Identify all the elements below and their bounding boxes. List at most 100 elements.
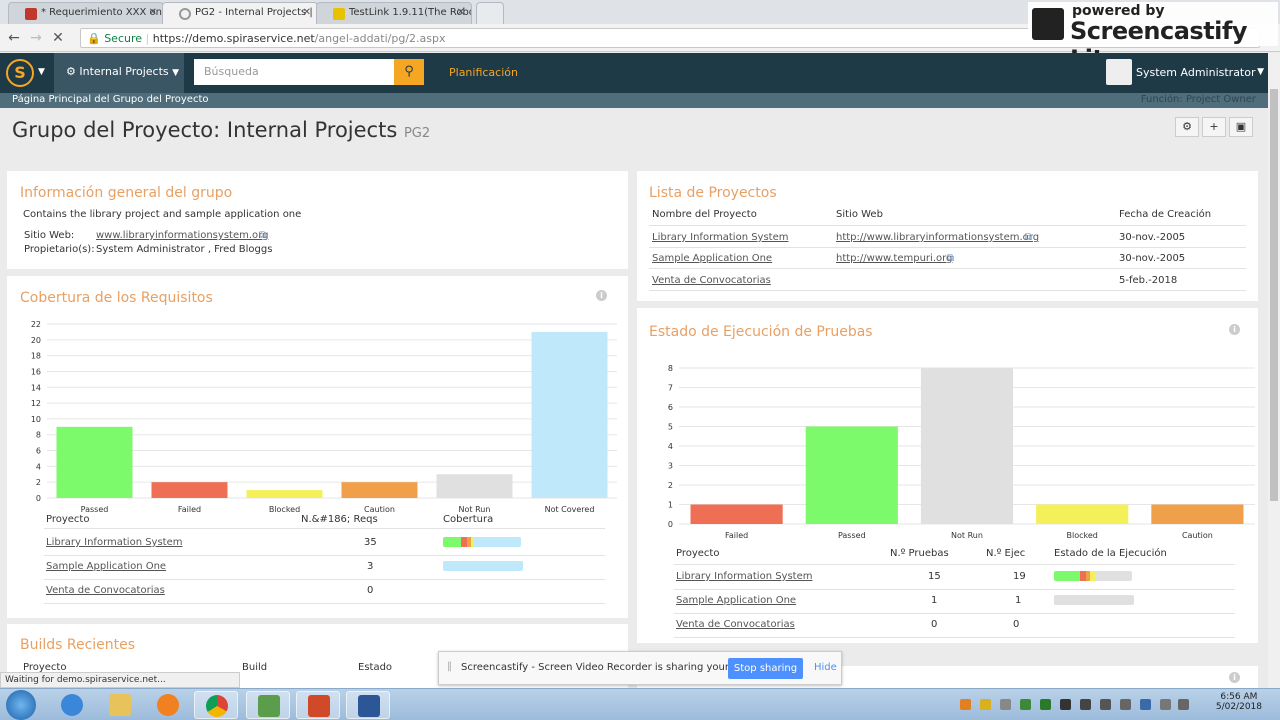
avatar	[1106, 59, 1132, 85]
browser-status-bar: Waiting for demo.spiraservice.net...	[0, 672, 240, 688]
taskbar-app[interactable]	[146, 691, 190, 719]
taskbar-app[interactable]	[296, 691, 340, 719]
close-icon[interactable]: ✕	[303, 7, 311, 18]
tray-icon[interactable]	[1000, 699, 1011, 710]
add-plus-icon[interactable]: +	[1202, 117, 1226, 137]
info-icon[interactable]: i	[596, 290, 607, 301]
user-menu[interactable]: System Administrator ▼	[1106, 59, 1266, 87]
col-header-project: Proyecto	[676, 548, 720, 559]
tray-icon[interactable]	[1060, 699, 1071, 710]
close-icon[interactable]: ✕	[457, 7, 465, 18]
table-row-link[interactable]: Library Information System	[676, 571, 813, 582]
breadcrumb: Página Principal del Grupo del Proyecto …	[0, 93, 1268, 108]
back-arrow-icon[interactable]: ←	[6, 30, 22, 46]
y-tick-label: 5	[668, 423, 673, 432]
search-input[interactable]: Búsqueda	[194, 59, 394, 85]
scrollbar[interactable]	[1268, 53, 1280, 688]
tray-icon[interactable]	[1100, 699, 1111, 710]
table-row-link[interactable]: Sample Application One	[46, 561, 166, 572]
site-link[interactable]: http://www.tempuri.org	[836, 253, 952, 264]
new-tab-button[interactable]	[476, 2, 504, 24]
tray-icon[interactable]	[1020, 699, 1031, 710]
taskbar-app[interactable]	[246, 691, 290, 719]
table-row-link[interactable]: Venta de Convocatorias	[652, 275, 771, 286]
table-row-link[interactable]: Library Information System	[652, 232, 789, 243]
y-tick-label: 3	[668, 462, 673, 471]
y-tick-label: 18	[31, 352, 41, 361]
tray-icon[interactable]	[980, 699, 991, 710]
external-link-icon[interactable]: ⧉	[947, 253, 954, 264]
col-header-runs: N.º Ejec	[986, 548, 1026, 559]
share-message: Screencastify - Screen Video Recorder is…	[461, 662, 769, 673]
taskbar-app[interactable]	[50, 691, 94, 719]
image-icon[interactable]: ▣	[1229, 117, 1253, 137]
taskbar-app[interactable]	[98, 691, 142, 719]
word-icon	[358, 695, 380, 717]
taskbar-app[interactable]	[194, 691, 238, 719]
group-description: Contains the library project and sample …	[23, 209, 302, 220]
external-link-icon[interactable]: ⧉	[259, 230, 266, 241]
browser-tab[interactable]: * Requerimiento XXX on ✕	[8, 2, 164, 24]
req-coverage-panel: Cobertura de los Requisitos i 0 2 4 6 8 10 12 1…	[7, 276, 628, 618]
stop-sharing-button[interactable]: Stop sharing	[728, 658, 803, 679]
url-path: /angel-addati/pg/2.aspx	[314, 32, 446, 45]
stop-icon[interactable]: ✕	[50, 30, 66, 46]
folder-icon	[109, 694, 131, 716]
network-icon[interactable]	[1160, 699, 1171, 710]
x-tick-label: Not Covered	[545, 505, 595, 514]
project-selector[interactable]: ⚙ Internal Projects ▼	[54, 53, 184, 93]
info-icon[interactable]: i	[1229, 324, 1240, 335]
x-tick-label: Caution	[1182, 531, 1213, 540]
volume-icon[interactable]	[1178, 699, 1189, 710]
role-label: Función: Project Owner	[1140, 94, 1256, 105]
page-title: Grupo del Proyecto: Internal Projects PG…	[12, 118, 430, 142]
chevron-down-icon[interactable]: ▼	[38, 67, 45, 77]
close-icon[interactable]: ✕	[149, 7, 157, 18]
owners-label: Propietario(s):	[24, 244, 95, 255]
drag-handle-icon[interactable]: ‖	[447, 661, 452, 672]
powerpoint-icon	[308, 695, 330, 717]
page-code: PG2	[403, 126, 431, 141]
start-button[interactable]	[6, 690, 36, 720]
tray-icon[interactable]	[1140, 699, 1151, 710]
chrome-icon	[206, 695, 228, 717]
tray-icon[interactable]	[960, 699, 971, 710]
chevron-down-icon: ▼	[172, 68, 180, 78]
table-row-link[interactable]: Venta de Convocatorias	[46, 585, 165, 596]
col-header-tests: N.º Pruebas	[890, 548, 949, 559]
settings-gear-icon[interactable]: ⚙	[1175, 117, 1199, 137]
search-icon[interactable]: ⚲	[394, 59, 424, 85]
table-row-link[interactable]: Sample Application One	[676, 595, 796, 606]
col-header-site: Sitio Web	[836, 209, 883, 220]
info-icon[interactable]: i	[1229, 672, 1240, 683]
website-link[interactable]: www.libraryinformationsystem.org	[96, 230, 268, 241]
url-host: https://demo.spiraservice.net	[152, 32, 315, 45]
x-tick-label: Caution	[364, 505, 395, 514]
bar	[436, 474, 513, 498]
spira-logo-icon[interactable]: S	[6, 59, 34, 87]
breadcrumb-home[interactable]: Página Principal del Grupo del Proyecto	[12, 94, 209, 105]
scrollbar-thumb[interactable]	[1270, 89, 1278, 501]
tab-favicon-icon	[333, 8, 345, 20]
tray-icon[interactable]	[1080, 699, 1091, 710]
browser-tab-active[interactable]: PG2 - Internal Projects | ✕	[162, 2, 318, 24]
browser-tab[interactable]: TestLink 1.9.11(The Robo ✕	[316, 2, 472, 24]
forward-arrow-icon[interactable]: →	[28, 30, 44, 46]
external-link-icon[interactable]: ⧉	[1025, 232, 1032, 243]
execution-segment	[1095, 571, 1132, 581]
tray-icon[interactable]	[1040, 699, 1051, 710]
bar	[151, 482, 228, 498]
clock[interactable]: 6:56 AM 5/02/2018	[1216, 692, 1262, 712]
project-icon: ⚙	[66, 65, 76, 78]
table-row-link[interactable]: Library Information System	[46, 537, 183, 548]
tray-icon[interactable]	[1120, 699, 1131, 710]
taskbar-app[interactable]	[346, 691, 390, 719]
hide-button[interactable]: Hide	[814, 662, 837, 673]
nav-planning[interactable]: Planificación	[449, 66, 518, 79]
site-link[interactable]: http://www.libraryinformationsystem.org	[836, 232, 1039, 243]
user-name: System Administrator	[1136, 66, 1256, 79]
table-row-link[interactable]: Venta de Convocatorias	[676, 619, 795, 630]
table-cell: 0	[931, 619, 938, 630]
divider	[44, 555, 605, 556]
table-row-link[interactable]: Sample Application One	[652, 253, 772, 264]
